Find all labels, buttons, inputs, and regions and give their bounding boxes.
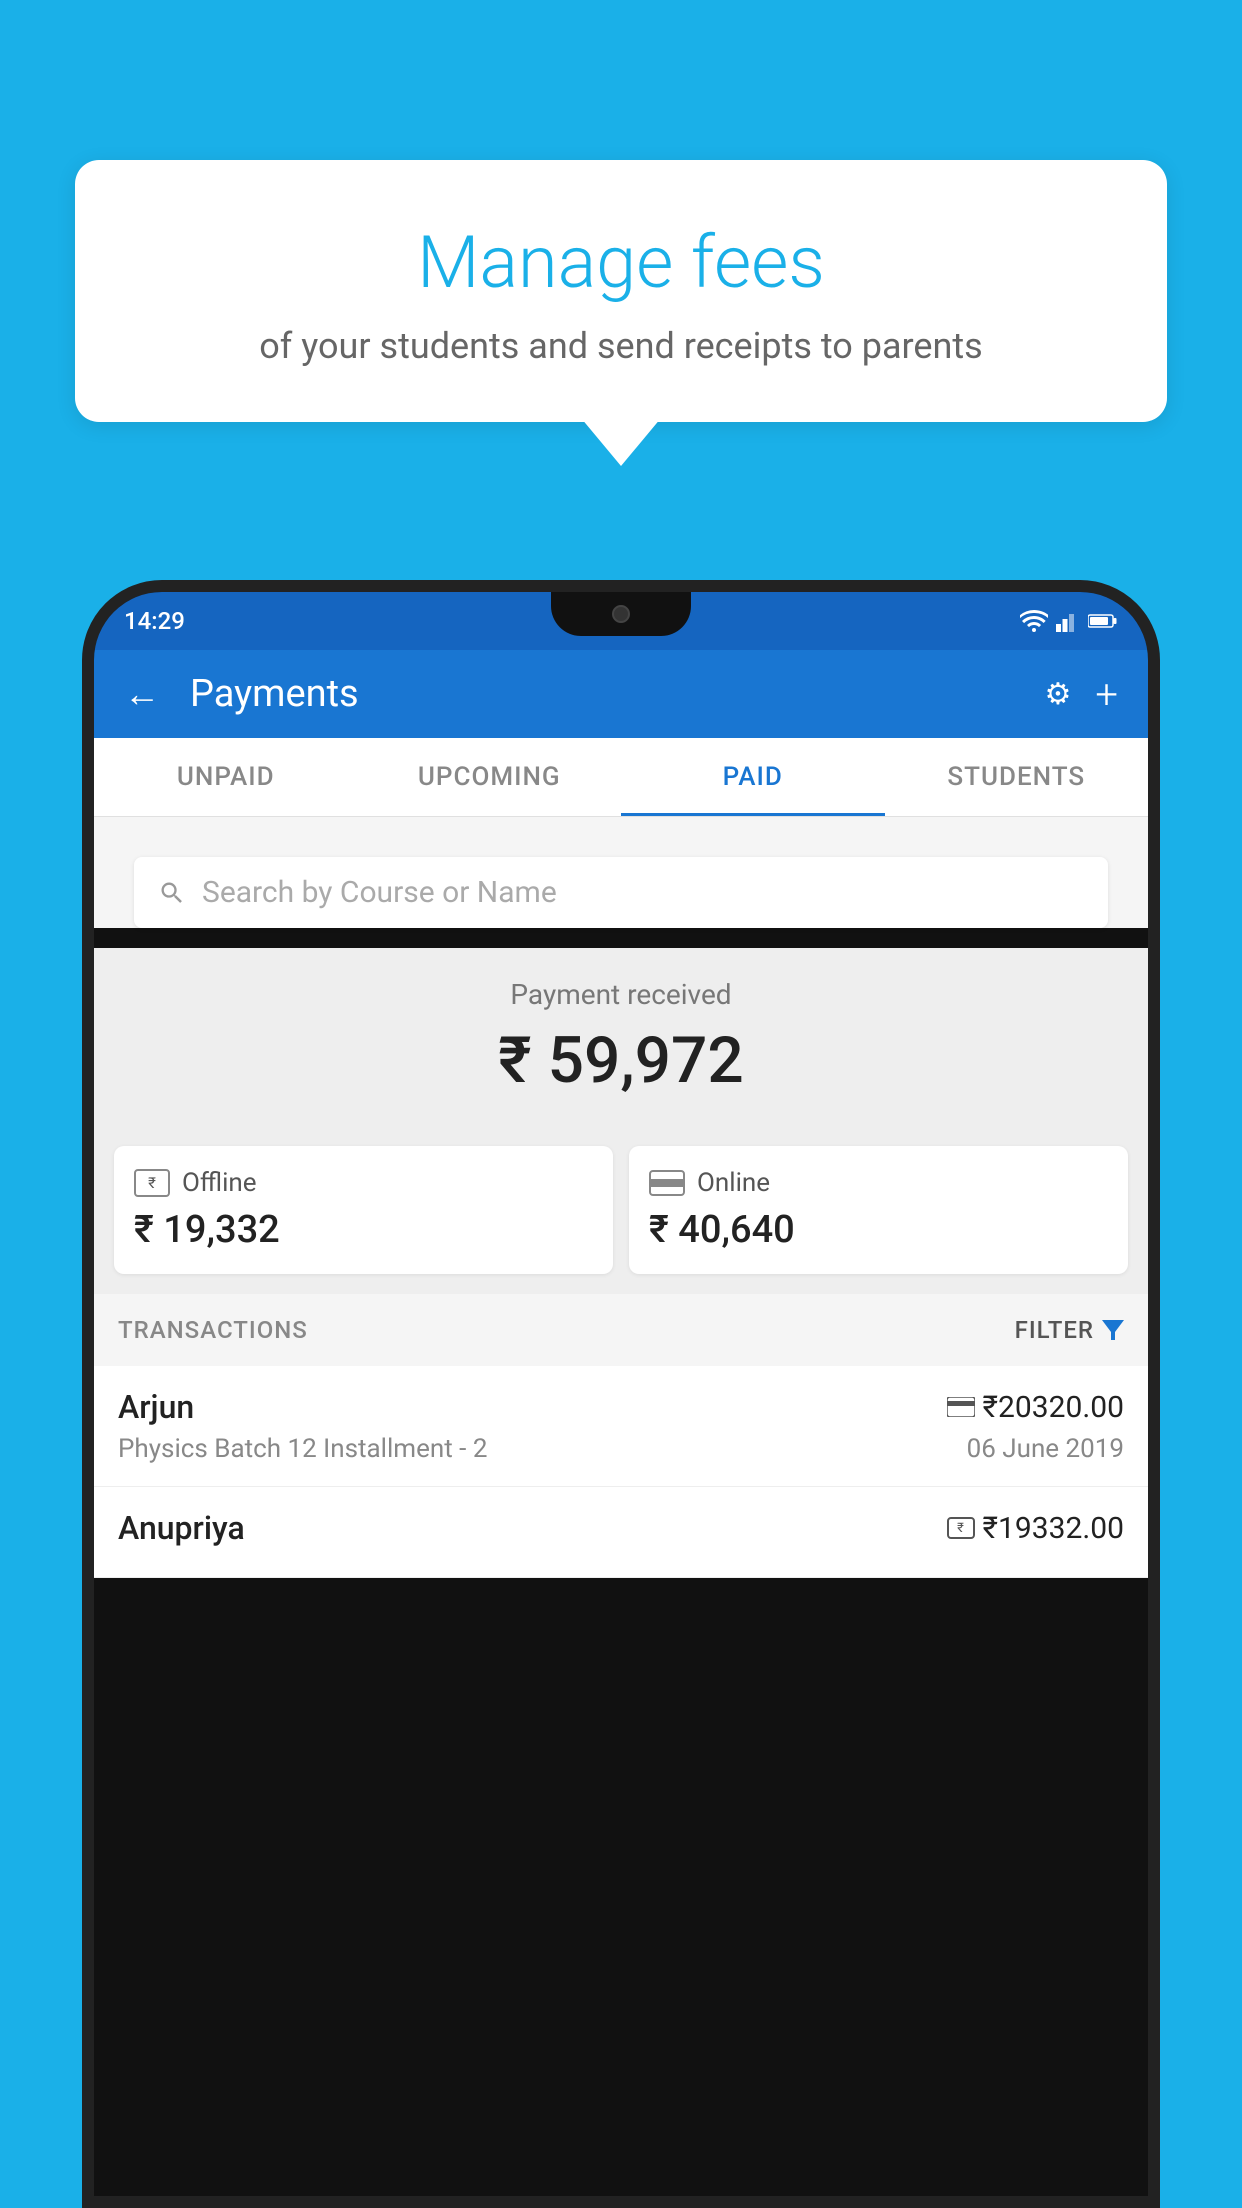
transaction-row[interactable]: Arjun ₹20320.00 Physics Batch 12 Install… bbox=[94, 1366, 1148, 1487]
battery-icon bbox=[1088, 613, 1118, 629]
online-label: Online bbox=[697, 1168, 770, 1198]
txn-name-1: Arjun bbox=[118, 1388, 194, 1426]
app-header: ← Payments ⚙ + bbox=[94, 650, 1148, 738]
tab-upcoming[interactable]: UPCOMING bbox=[358, 738, 622, 816]
txn-date-1: 06 June 2019 bbox=[967, 1434, 1124, 1464]
signal-icon bbox=[1056, 610, 1080, 632]
search-icon bbox=[158, 879, 186, 907]
offline-payment-icon-2: ₹ bbox=[947, 1517, 975, 1539]
transactions-label: TRANSACTIONS bbox=[118, 1316, 308, 1344]
wifi-icon bbox=[1020, 610, 1048, 632]
offline-card: ₹ Offline ₹ 19,332 bbox=[114, 1146, 613, 1274]
filter-icon bbox=[1102, 1320, 1124, 1340]
back-button[interactable]: ← bbox=[124, 673, 160, 715]
txn-course-1: Physics Batch 12 Installment - 2 bbox=[118, 1434, 487, 1464]
search-bar[interactable]: Search by Course or Name bbox=[134, 857, 1108, 928]
filter-button[interactable]: FILTER bbox=[1015, 1316, 1124, 1344]
online-payment-icon-1 bbox=[947, 1397, 975, 1417]
header-title: Payments bbox=[190, 672, 1024, 716]
payment-total-amount: ₹ 59,972 bbox=[114, 1023, 1128, 1098]
online-icon bbox=[649, 1170, 685, 1196]
status-icons bbox=[1020, 610, 1118, 632]
tab-paid[interactable]: PAID bbox=[621, 738, 885, 816]
camera-dot bbox=[612, 605, 630, 623]
search-placeholder: Search by Course or Name bbox=[202, 875, 557, 910]
txn-bottom-1: Physics Batch 12 Installment - 2 06 June… bbox=[118, 1434, 1124, 1464]
status-bar: 14:29 bbox=[94, 592, 1148, 650]
payment-summary: Payment received ₹ 59,972 bbox=[94, 948, 1148, 1126]
txn-top-1: Arjun ₹20320.00 bbox=[118, 1388, 1124, 1426]
filter-label: FILTER bbox=[1015, 1316, 1094, 1344]
payment-cards: ₹ Offline ₹ 19,332 Online ₹ 40,640 bbox=[94, 1126, 1148, 1294]
offline-card-header: ₹ Offline bbox=[134, 1168, 593, 1198]
txn-top-2: Anupriya ₹ ₹19332.00 bbox=[118, 1509, 1124, 1547]
txn-name-2: Anupriya bbox=[118, 1509, 245, 1547]
transactions-header: TRANSACTIONS FILTER bbox=[94, 1294, 1148, 1366]
settings-icon[interactable]: ⚙ bbox=[1044, 677, 1071, 712]
offline-icon: ₹ bbox=[134, 1169, 170, 1197]
bubble-title: Manage fees bbox=[125, 220, 1117, 305]
bubble-subtitle: of your students and send receipts to pa… bbox=[125, 325, 1117, 367]
status-time: 14:29 bbox=[124, 607, 185, 635]
header-icons: ⚙ + bbox=[1044, 671, 1118, 718]
transaction-row-2[interactable]: Anupriya ₹ ₹19332.00 bbox=[94, 1487, 1148, 1578]
speech-bubble: Manage fees of your students and send re… bbox=[75, 160, 1167, 422]
tabs-bar: UNPAID UPCOMING PAID STUDENTS bbox=[94, 738, 1148, 817]
online-card: Online ₹ 40,640 bbox=[629, 1146, 1128, 1274]
offline-amount: ₹ 19,332 bbox=[134, 1208, 593, 1252]
offline-label: Offline bbox=[182, 1168, 257, 1198]
phone-frame: 14:29 ← Payments ⚙ bbox=[82, 580, 1160, 2208]
notch bbox=[551, 592, 691, 636]
add-icon[interactable]: + bbox=[1095, 671, 1118, 718]
online-amount: ₹ 40,640 bbox=[649, 1208, 1108, 1252]
tab-unpaid[interactable]: UNPAID bbox=[94, 738, 358, 816]
txn-amount-1: ₹20320.00 bbox=[947, 1390, 1124, 1425]
tab-students[interactable]: STUDENTS bbox=[885, 738, 1149, 816]
online-card-header: Online bbox=[649, 1168, 1108, 1198]
txn-amount-2: ₹ ₹19332.00 bbox=[947, 1511, 1124, 1546]
payment-received-label: Payment received bbox=[114, 978, 1128, 1011]
